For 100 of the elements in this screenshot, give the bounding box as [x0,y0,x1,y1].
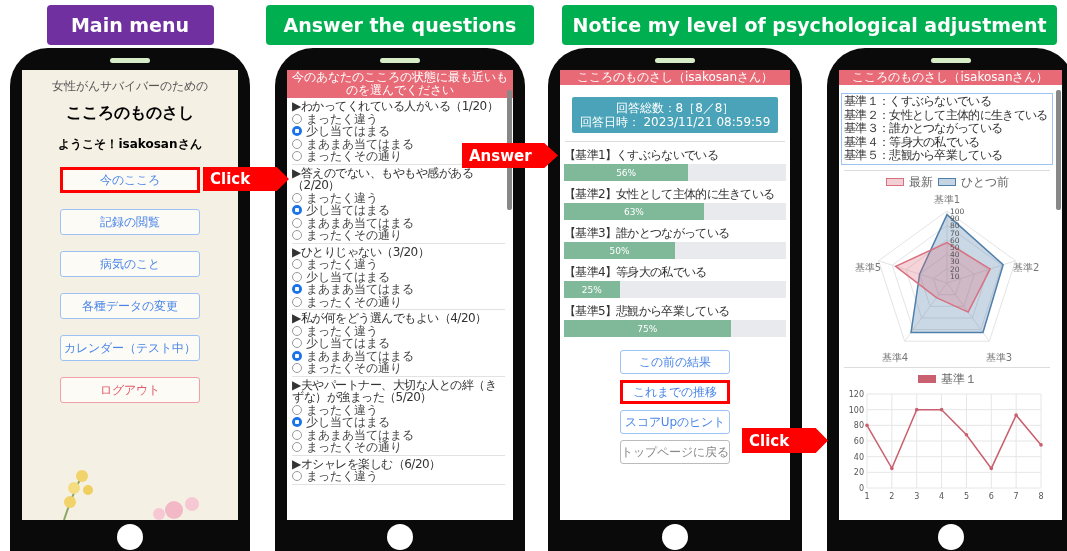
x-tick-label: 6 [988,491,994,501]
home-button[interactable] [662,524,688,550]
criterion-item: 基準４：等身大の私でいる [844,135,981,149]
option-label: 少し当てはまる [306,125,390,138]
percent-label: 25% [581,284,602,295]
radio-button[interactable] [292,126,302,137]
y-tick-label: 20 [853,467,864,477]
radio-button[interactable] [292,217,302,228]
home-button[interactable] [117,524,143,550]
answer-date: 回答日時： 2023/11/21 08:59:59 [579,115,771,129]
criterion-label: 【基準3】誰かとつながっている [564,226,731,240]
scrollbar[interactable] [1056,90,1061,210]
question-text: ▶答えのでない、もやもや感がある（2/20） [292,166,475,192]
speaker-slot [655,58,695,63]
menu-button[interactable]: 記録の閲覧 [60,209,200,235]
menu-button[interactable]: この前の結果 [620,350,730,374]
option-label: まったくその通り [306,362,402,375]
radio-button[interactable] [292,151,302,162]
data-point [914,407,919,411]
menu-button[interactable]: カレンダー（テスト中） [60,335,200,361]
radio-button[interactable] [292,296,302,307]
section-banner: Main menu [46,5,214,45]
home-button[interactable] [387,524,413,550]
home-button[interactable] [937,524,964,550]
radio-button[interactable] [292,350,302,361]
question-text: ▶夫やパートナー、大切な人との絆（きずな）が強まった（5/20） [292,378,498,404]
radio-button[interactable] [292,442,302,453]
criterion-label: 【基準5】悲観から卒業している [564,304,731,318]
welcome-text: ようこそ！isakosanさん [58,136,202,153]
axis-label: 基準2 [1013,261,1040,273]
arrow-callout: Click [203,167,289,191]
data-point [964,432,969,437]
radio-button[interactable] [292,192,302,203]
radio-button[interactable] [292,205,302,216]
criterion-label: 【基準1】くすぶらないでいる [564,148,719,162]
data-point [939,407,944,411]
radio-button[interactable] [292,429,302,440]
y-tick-label: 40 [853,452,864,462]
x-tick-label: 1 [864,491,870,501]
section-banner: Notice my level of psychological adjustment [562,5,1057,45]
legend-label: 基準１ [940,370,977,388]
radio-button[interactable] [292,271,302,282]
radio-button[interactable] [292,417,302,428]
data-point [1039,442,1043,447]
criterion-item: 基準１：くすぶらないでいる [844,95,992,109]
criterion-item: 基準５：悲観から卒業している [844,149,1004,163]
menu-button[interactable]: 今のこころ [60,167,200,193]
option-label: まったく違う [306,112,378,125]
radio-button[interactable] [292,471,302,482]
criterion-item: 基準２：女性として主体的に生きている [844,108,1049,122]
radio-button[interactable] [292,259,302,270]
option-label: まったくその通り [306,229,402,242]
axis-label: 基準5 [854,261,881,273]
axis-label: 基準3 [985,351,1013,363]
percent-label: 63% [623,206,644,217]
data-point [1014,412,1018,417]
menu-button[interactable]: トップページに戻る [620,440,730,464]
radio-button[interactable] [292,363,302,374]
criterion-label: 【基準4】等身大の私でいる [564,265,708,279]
x-tick-label: 8 [1038,491,1044,501]
radio-button[interactable] [292,284,302,295]
option-label: 少し当てはまる [306,204,390,217]
app-subtitle: 女性がんサバイバーのための [52,78,208,95]
radio-button[interactable] [292,113,302,124]
option-label: まったく違う [306,191,378,204]
radio-button[interactable] [292,138,302,149]
menu-button[interactable]: ログアウト [60,377,200,403]
y-tick-label: 120 [848,389,864,399]
app-title: こころのものさし [66,103,194,124]
option-label: 少し当てはまる [306,416,390,429]
option-label: まったく違う [306,324,378,337]
percent-label: 75% [637,323,658,334]
percent-label: 56% [616,167,637,178]
menu-button[interactable]: これまでの推移 [620,380,730,404]
menu-button[interactable]: スコアUpのヒント [620,410,730,434]
question-text: ▶私が何をどう選んでもよい（4/20） [292,312,488,325]
option-label: まったくその通り [306,295,402,308]
question-text: ▶ひとりじゃない（3/20） [292,245,431,258]
radio-button[interactable] [292,230,302,241]
menu-button[interactable]: 各種データの変更 [60,293,200,319]
data-point [865,423,869,427]
option-label: まったくその通り [306,150,402,163]
x-tick-label: 4 [939,491,945,501]
axis-label: 基準1 [933,193,961,205]
data-point [989,466,994,470]
radio-button[interactable] [292,325,302,336]
radio-button[interactable] [292,404,302,415]
question-text: ▶わかってくれている人がいる（1/20） [292,100,500,113]
legend-label: ひとつ前 [960,173,1009,191]
arrow-callout: Click [742,428,828,453]
menu-button[interactable]: 病気のこと [60,251,200,277]
criterion-item: 基準３：誰かとつながっている [844,122,1004,135]
option-label: まあまあ当てはまる [306,428,414,441]
radio-button[interactable] [292,338,302,349]
option-label: まあまあ当てはまる [306,137,414,150]
screen-header: こころのものさし（isakosanさん） [839,70,1062,85]
arrow-callout: Answer [462,143,558,168]
y-tick-label: 80 [853,420,864,430]
question-text: ▶オシャレを楽しむ（6/20） [292,457,442,470]
speaker-slot [380,58,420,63]
